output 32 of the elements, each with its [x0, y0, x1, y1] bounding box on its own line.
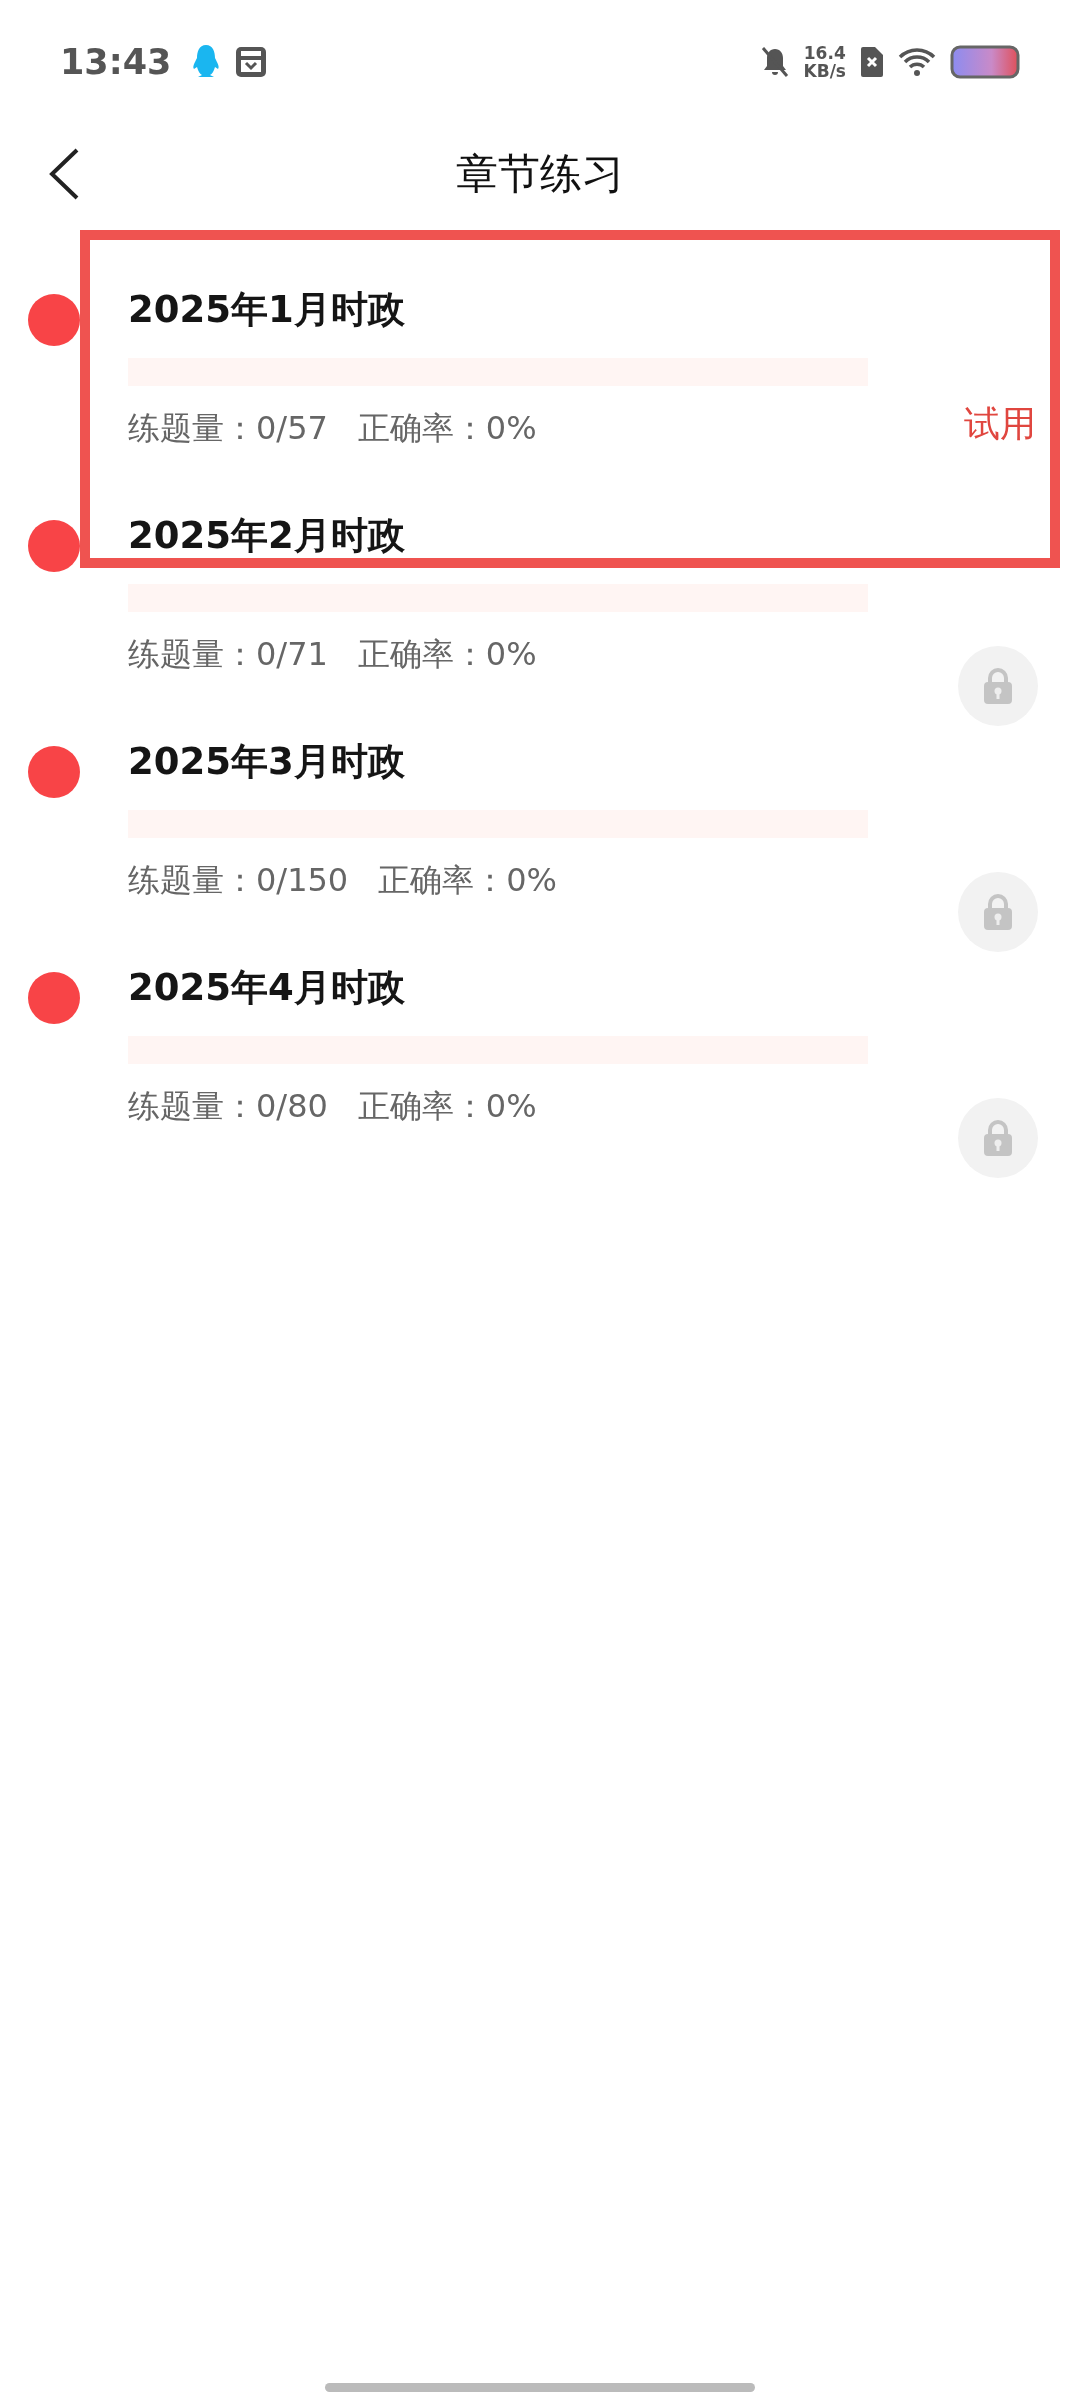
- question-count: 练题量：0/71: [128, 634, 328, 675]
- question-count: 练题量：0/150: [128, 860, 349, 901]
- inbox-icon: [235, 46, 268, 78]
- chapter-title[interactable]: 2025年1月时政: [128, 282, 868, 338]
- timeline-dot: [28, 294, 80, 346]
- chapter-title[interactable]: 2025年4月时政: [128, 960, 868, 1016]
- penguin-icon: [191, 44, 222, 80]
- network-speed: 16.4: [803, 44, 846, 62]
- chapter-title[interactable]: 2025年2月时政: [128, 508, 868, 564]
- battery-icon: [950, 45, 1020, 79]
- back-icon[interactable]: [48, 147, 80, 201]
- accuracy-rate: 正确率：0%: [357, 408, 537, 449]
- accuracy-rate: 正确率：0%: [378, 860, 557, 901]
- status-time: 13:43: [60, 42, 172, 82]
- accuracy-rate: 正确率：0%: [357, 634, 537, 675]
- lock-icon: [981, 893, 1015, 931]
- page-title: 章节练习: [456, 148, 624, 200]
- timeline-dot: [28, 520, 80, 572]
- question-count: 练题量：0/80: [128, 1086, 328, 1127]
- timeline-dot: [28, 746, 80, 798]
- network-unit: KB/s: [803, 62, 846, 80]
- accuracy-rate: 正确率：0%: [357, 1086, 537, 1127]
- wifi-icon: [898, 47, 936, 77]
- question-count: 练题量：0/57: [128, 408, 328, 449]
- home-indicator[interactable]: [325, 2383, 755, 2392]
- muted-bell-icon: [759, 46, 790, 78]
- chapter-title[interactable]: 2025年3月时政: [128, 734, 868, 790]
- lock-icon: [981, 667, 1015, 705]
- lock-icon: [981, 1119, 1015, 1157]
- trial-link[interactable]: 试用: [964, 400, 1036, 449]
- sim-icon: [860, 46, 884, 78]
- timeline-dot: [28, 972, 80, 1024]
